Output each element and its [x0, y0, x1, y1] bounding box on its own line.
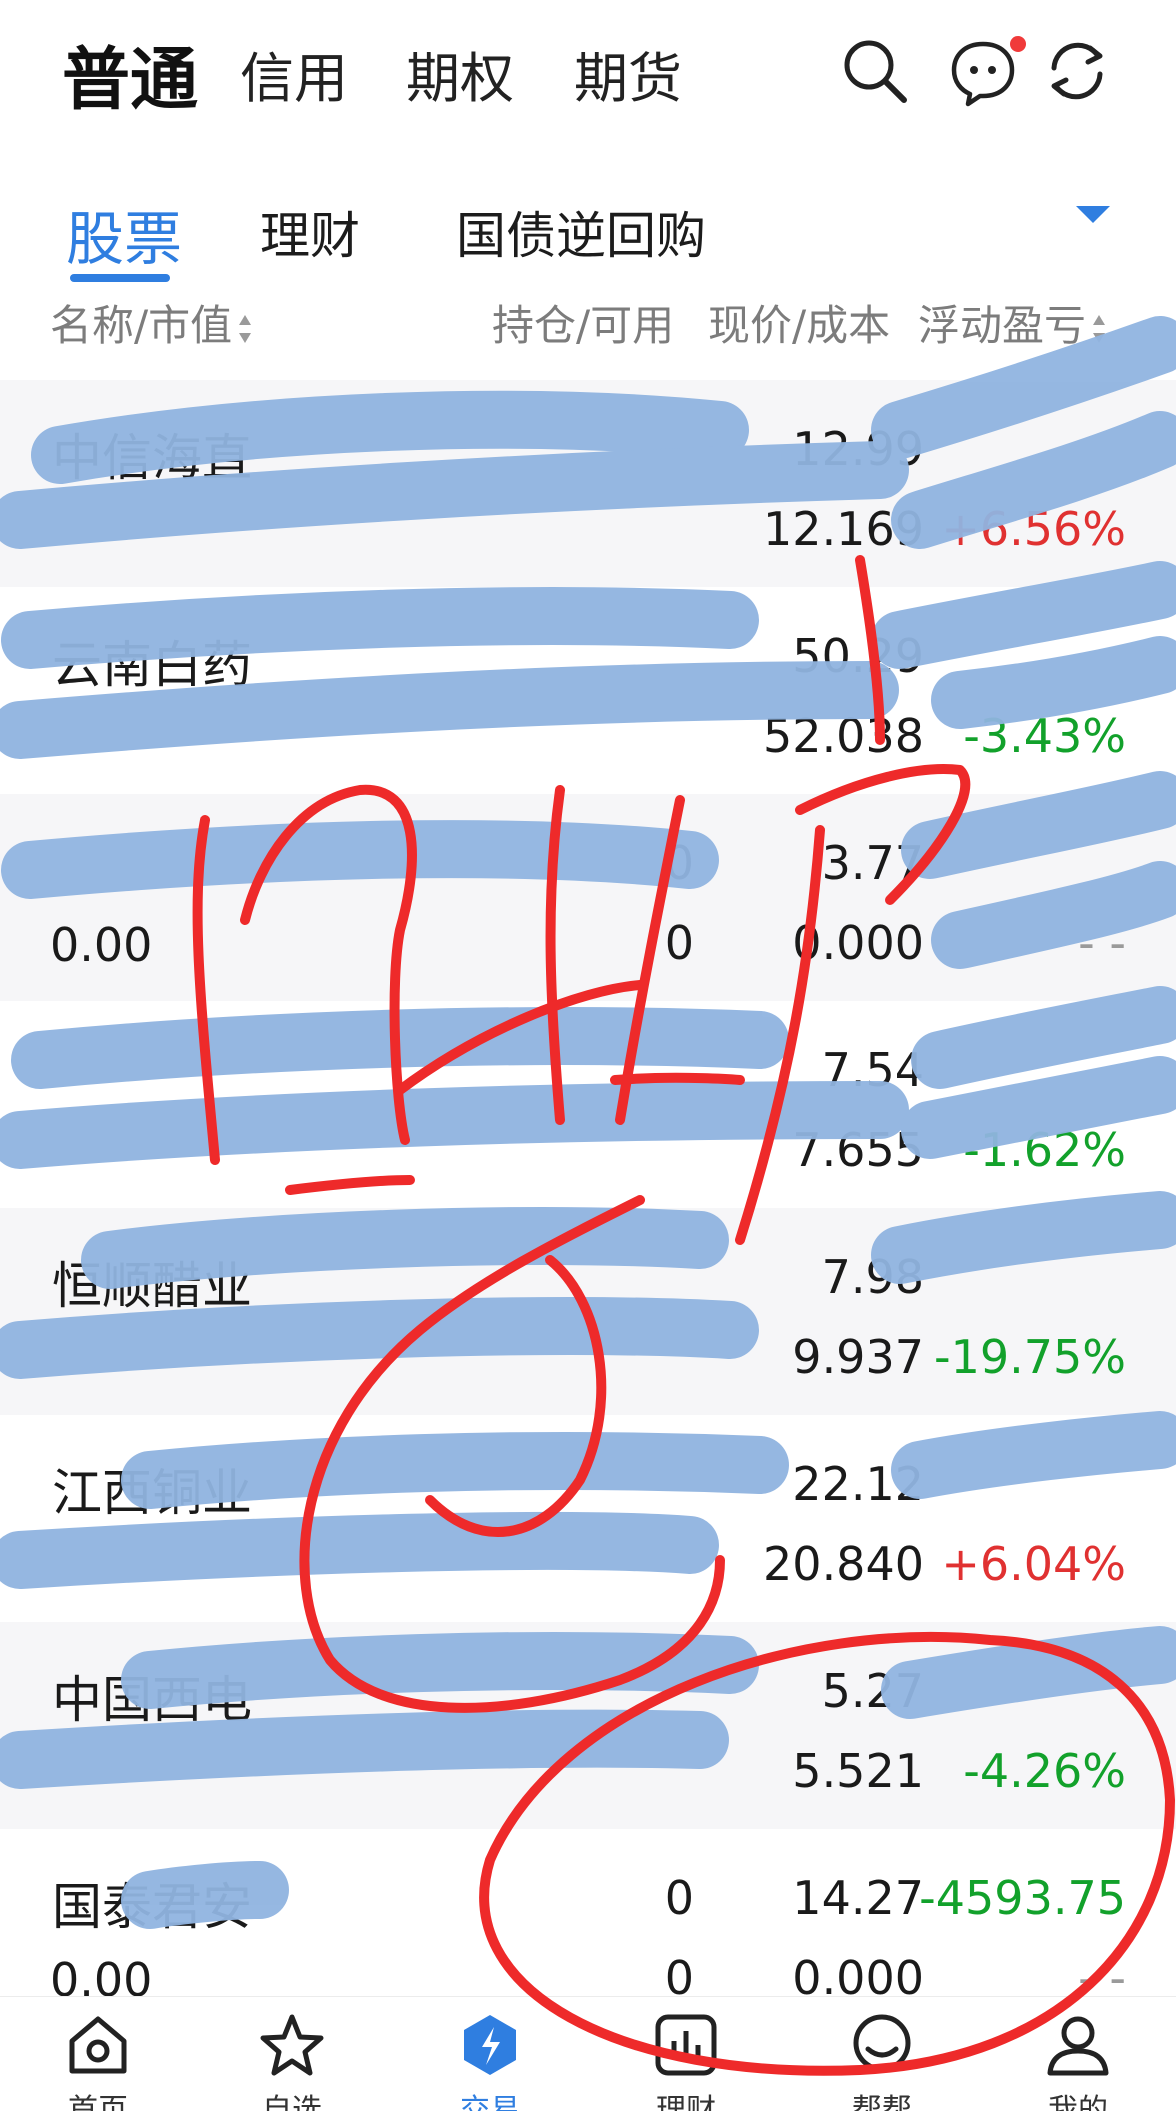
user-icon: [1047, 2016, 1109, 2076]
search-icon[interactable]: [838, 34, 912, 108]
nav-trade[interactable]: 交易: [420, 2009, 560, 2111]
trade-icon: [464, 2015, 516, 2075]
holding-row[interactable]: 中国西电 5.27 5.521 -4.26%: [0, 1622, 1176, 1829]
current-price: 22.12: [792, 1457, 924, 1511]
nav-profile[interactable]: 我的: [1008, 2009, 1148, 2111]
current-price: 5.27: [821, 1664, 924, 1718]
message-icon[interactable]: [946, 34, 1020, 108]
column-header-pnl[interactable]: 浮动盈亏: [918, 292, 1106, 353]
pnl-percent: - -: [1078, 916, 1126, 970]
nav-trade-label: 交易: [460, 2093, 520, 2111]
cost-price: 0.000: [792, 916, 924, 970]
column-header-pnl-label: 浮动盈亏: [918, 301, 1087, 350]
column-header-price: 现价/成本: [708, 292, 890, 353]
column-header-hold-label: 持仓/可用: [492, 301, 675, 350]
account-tab-futures[interactable]: 期货: [574, 34, 682, 113]
holding-row[interactable]: 中信海直 12.99 12.169 +6.56%: [0, 380, 1176, 587]
pnl-percent: -19.75%: [934, 1330, 1126, 1384]
current-price: 50.29: [792, 629, 924, 683]
cost-price: 9.937: [792, 1330, 924, 1384]
stock-name: 中信海直: [52, 429, 252, 487]
bottom-nav: 首页 自选 交易 理财 帮帮 我的: [0, 1996, 1176, 2111]
chat-icon: [853, 2014, 911, 2072]
home-icon: [69, 2016, 127, 2074]
stock-name: 云南白药: [52, 636, 252, 694]
stock-name: 国泰君安: [52, 1878, 252, 1936]
nav-watchlist[interactable]: 自选: [222, 2009, 362, 2111]
float-pnl: -4593.75: [919, 1871, 1126, 1925]
column-header-hold: 持仓/可用: [492, 292, 674, 353]
nav-wealth[interactable]: 理财: [616, 2009, 756, 2111]
cost-price: 5.521: [792, 1744, 924, 1798]
notification-dot: [1010, 36, 1026, 52]
account-tab-normal[interactable]: 普通: [62, 24, 198, 123]
stock-name: 恒顺醋业: [52, 1257, 252, 1315]
column-header-name[interactable]: 名称/市值: [50, 292, 252, 353]
pnl-percent: -3.43%: [963, 709, 1126, 763]
cost-price: 20.840: [763, 1537, 924, 1591]
holding-row[interactable]: 0.00 0 0 3.77 0.000 - -: [0, 794, 1176, 1001]
market-value: 0.00: [50, 918, 153, 972]
pnl-percent: +6.56%: [941, 502, 1126, 556]
current-price: 14.27: [792, 1871, 924, 1925]
sort-icon: [1092, 313, 1106, 345]
nav-wealth-label: 理财: [656, 2093, 716, 2111]
hold-qty: 0: [664, 836, 694, 890]
holdings-list: 中信海直 12.99 12.169 +6.56% 云南白药 50.29 52.0…: [0, 380, 1176, 2036]
cost-price: 12.169: [763, 502, 924, 556]
chart-icon: [655, 2014, 717, 2076]
pnl-percent: -1.62%: [963, 1123, 1126, 1177]
top-bar: 普通 信用 期权 期货: [0, 0, 1176, 140]
nav-profile-label: 我的: [1048, 2093, 1108, 2111]
holding-row[interactable]: 江西铜业 22.12 20.840 +6.04%: [0, 1415, 1176, 1622]
star-icon: [260, 2014, 324, 2076]
pnl-percent: +6.04%: [941, 1537, 1126, 1591]
sort-icon: [238, 313, 252, 345]
current-price: 7.54: [821, 1043, 924, 1097]
chevron-down-icon[interactable]: [1076, 206, 1110, 223]
cost-price: 7.655: [792, 1123, 924, 1177]
hold-qty: 0: [664, 1871, 694, 1925]
holding-row[interactable]: 云南白药 50.29 52.038 -3.43%: [0, 587, 1176, 794]
current-price: 12.99: [792, 422, 924, 476]
nav-help-label: 帮帮: [852, 2093, 912, 2111]
nav-home-label: 首页: [68, 2093, 128, 2111]
stock-name: 中国西电: [52, 1671, 252, 1729]
account-tab-credit[interactable]: 信用: [240, 34, 348, 113]
nav-watchlist-label: 自选: [262, 2093, 322, 2111]
holding-row[interactable]: 7.54 7.655 -1.62%: [0, 1001, 1176, 1208]
tab-reverse-repo[interactable]: 国债逆回购: [456, 196, 706, 268]
tab-stocks[interactable]: 股票: [66, 192, 182, 276]
refresh-icon[interactable]: [1040, 34, 1114, 108]
column-header-price-label: 现价/成本: [708, 301, 891, 350]
account-tab-options[interactable]: 期权: [406, 34, 514, 113]
tab-wealth[interactable]: 理财: [260, 196, 360, 268]
nav-home[interactable]: 首页: [28, 2009, 168, 2111]
column-header-name-label: 名称/市值: [50, 301, 233, 350]
cost-price: 52.038: [763, 709, 924, 763]
current-price: 7.98: [821, 1250, 924, 1304]
nav-help[interactable]: 帮帮: [812, 2009, 952, 2111]
tab-stocks-underline: [70, 274, 170, 282]
current-price: 3.77: [821, 836, 924, 890]
pnl-percent: -4.26%: [963, 1744, 1126, 1798]
holding-row[interactable]: 恒顺醋业 7.98 9.937 -19.75%: [0, 1208, 1176, 1415]
stock-name: 江西铜业: [52, 1464, 252, 1522]
avail-qty: 0: [664, 916, 694, 970]
